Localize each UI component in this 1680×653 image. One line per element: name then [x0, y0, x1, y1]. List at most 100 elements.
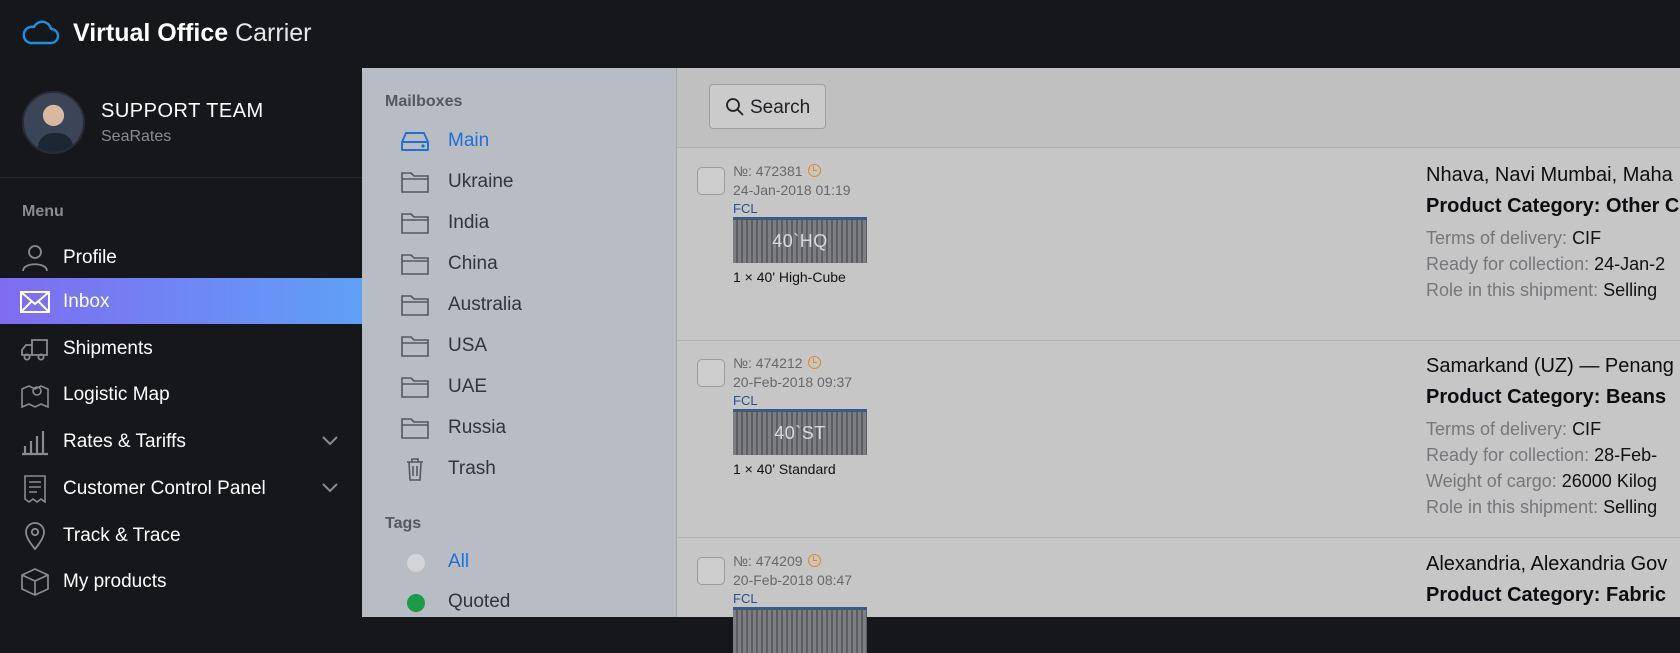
mailbox-label: Russia [448, 417, 507, 438]
sidebar-item-track-trace[interactable]: Track & Trace [0, 512, 362, 558]
route: Samarkand (UZ) — Penang [1426, 355, 1674, 377]
tag-dot-icon [407, 554, 425, 572]
tag-all[interactable]: All [362, 542, 676, 582]
search-button[interactable]: Search [709, 84, 826, 129]
mailbox-australia[interactable]: Australia [362, 285, 676, 325]
tag-dot-icon [407, 594, 425, 612]
mailbox-label: Trash [448, 458, 496, 479]
user-block[interactable]: SUPPORT TEAM SeaRates [0, 68, 362, 178]
sidebar-item-logistic-map[interactable]: Logistic Map [0, 371, 362, 417]
mailbox-main[interactable]: Main [362, 121, 676, 161]
folder-icon [401, 336, 429, 357]
request-list: Search №: 472381 24-Jan-2018 01:19 FCL 4… [676, 68, 1680, 653]
mailbox-china[interactable]: China [362, 244, 676, 284]
folder-icon [401, 295, 429, 316]
app-title[interactable]: Virtual Office Carrier [73, 19, 312, 48]
sidebar-item-label: Shipments [63, 338, 153, 359]
list-toolbar: Search [677, 68, 1680, 148]
sidebar-item-label: Inbox [63, 291, 110, 312]
shipping-mode: FCL [733, 393, 758, 408]
container-code: 40`HQ [772, 231, 828, 251]
list-item[interactable]: №: 474209 20-Feb-2018 08:47 FCL Alexandr… [677, 538, 1680, 653]
sidebar-item-label: Logistic Map [63, 384, 170, 405]
search-icon [726, 98, 744, 116]
request-date: 24-Jan-2018 01:19 [733, 182, 851, 198]
app-title-bold: Virtual Office [73, 19, 229, 47]
search-label: Search [750, 97, 811, 118]
user-icon [22, 245, 48, 272]
request-number: №: 474212 [733, 355, 821, 371]
container-image: 40`ST [733, 409, 867, 455]
mailbox-label: Ukraine [448, 171, 514, 192]
mail-icon [20, 291, 50, 313]
sidebar-item-profile[interactable]: Profile [0, 234, 362, 280]
sidebar-item-shipments[interactable]: Shipments [0, 325, 362, 371]
list-item[interactable]: №: 474212 20-Feb-2018 09:37 FCL 40`ST 1 … [677, 341, 1680, 538]
mailbox-label: USA [448, 335, 488, 356]
mailbox-uae[interactable]: UAE [362, 367, 676, 407]
mailboxes-title: Mailboxes [385, 93, 463, 110]
chevron-down-icon[interactable] [320, 433, 340, 447]
request-number: №: 472381 [733, 163, 821, 179]
mailbox-label: UAE [448, 376, 488, 397]
sidebar-item-label: Rates & Tariffs [63, 431, 186, 452]
clock-icon [807, 554, 821, 567]
detail-line: Ready for collection: 28-Feb- [1426, 445, 1658, 465]
receipt-icon [24, 475, 46, 503]
folder-icon [401, 254, 429, 275]
location-icon [25, 522, 45, 550]
top-bar: Virtual Office Carrier [0, 0, 1680, 68]
menu-title: Menu [22, 203, 64, 220]
container-quantity: 1 × 40' Standard [733, 461, 836, 477]
tag-quoted[interactable]: Quoted [362, 582, 676, 622]
container-image: 40`HQ [733, 217, 867, 263]
detail-line: Role in this shipment: Selling [1426, 280, 1658, 300]
mailbox-india[interactable]: India [362, 203, 676, 243]
cloud-icon [22, 20, 60, 45]
app-title-light: Carrier [235, 19, 312, 47]
mailboxes-panel: Mailboxes Main Ukraine India China Austr… [362, 68, 676, 617]
mailbox-label: China [448, 253, 498, 274]
user-name: SUPPORT TEAM [101, 100, 264, 122]
folder-icon [401, 213, 429, 234]
product-category: Product Category: Fabric [1426, 584, 1667, 606]
sidebar-item-rates-tariffs[interactable]: Rates & Tariffs [0, 418, 362, 464]
row-checkbox[interactable] [697, 557, 725, 585]
trash-icon [407, 458, 423, 481]
request-date: 20-Feb-2018 08:47 [733, 572, 853, 588]
container-image [733, 607, 867, 653]
mailbox-label: India [448, 212, 490, 233]
mailbox-label: Main [448, 130, 490, 151]
truck-icon [21, 339, 48, 361]
mailbox-usa[interactable]: USA [362, 326, 676, 366]
shipping-mode: FCL [733, 591, 758, 606]
sidebar-item-label: Profile [63, 247, 117, 268]
product-category: Product Category: Other C [1426, 195, 1680, 217]
mailbox-trash[interactable]: Trash [362, 449, 676, 489]
route: Nhava, Navi Mumbai, Maha [1426, 164, 1673, 186]
route: Alexandria, Alexandria Gov [1426, 553, 1668, 575]
row-checkbox[interactable] [697, 167, 725, 195]
chevron-down-icon[interactable] [320, 480, 340, 494]
tag-label: Quoted [448, 591, 511, 612]
map-pin-icon [21, 385, 49, 409]
clock-icon [807, 164, 821, 177]
avatar[interactable] [22, 91, 85, 154]
folder-icon [401, 418, 429, 439]
mailbox-russia[interactable]: Russia [362, 408, 676, 448]
container-quantity: 1 × 40' High-Cube [733, 269, 846, 285]
detail-line: Role in this shipment: Selling [1426, 497, 1658, 517]
sidebar-item-label: Track & Trace [63, 525, 181, 546]
shipping-mode: FCL [733, 201, 758, 216]
sidebar-item-my-products[interactable]: My products [0, 558, 362, 604]
mailbox-ukraine[interactable]: Ukraine [362, 162, 676, 202]
detail-line: Terms of delivery: CIF [1426, 228, 1602, 248]
list-item[interactable]: №: 472381 24-Jan-2018 01:19 FCL 40`HQ 1 … [677, 149, 1680, 341]
sidebar-item-customer-control-panel[interactable]: Customer Control Panel [0, 465, 362, 511]
row-checkbox[interactable] [697, 359, 725, 387]
mailbox-label: Australia [448, 294, 522, 315]
tags-title: Tags [385, 515, 422, 532]
folder-icon [401, 377, 429, 398]
sidebar-item-inbox[interactable]: Inbox [0, 278, 362, 324]
bar-chart-icon [22, 431, 48, 456]
